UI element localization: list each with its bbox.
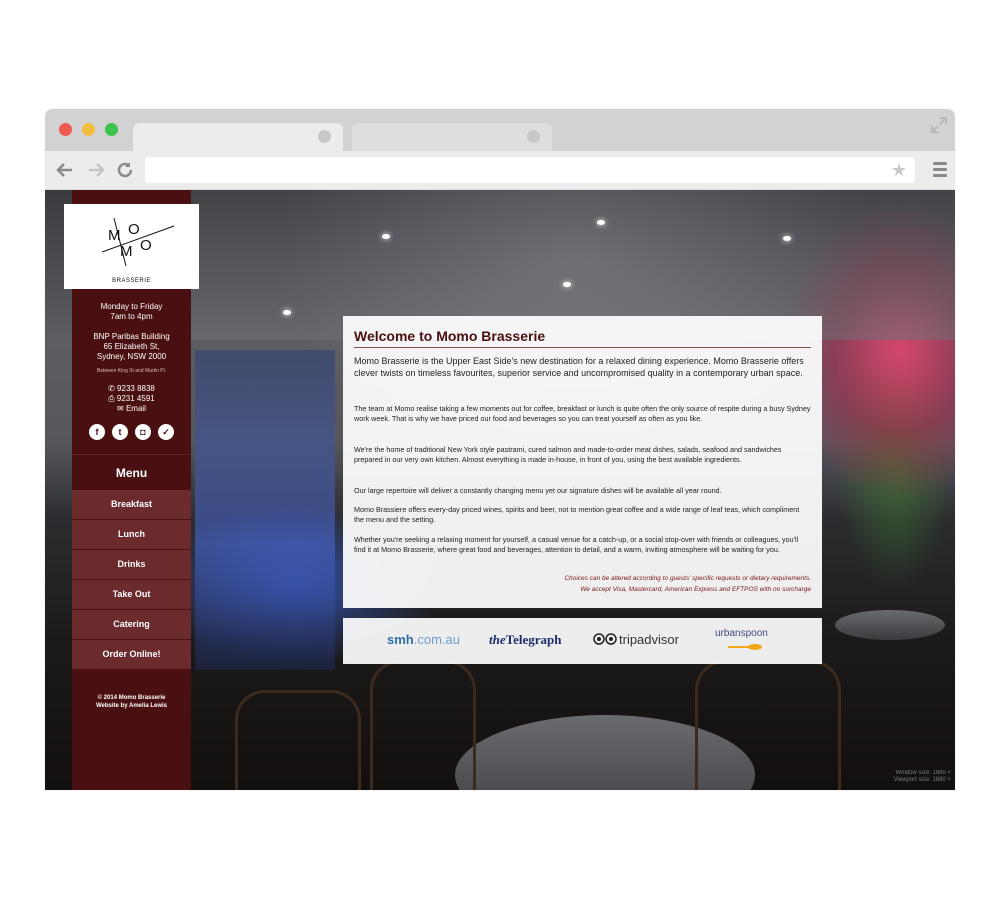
expand-icon[interactable] <box>931 117 947 133</box>
address-line: Sydney, NSW 2000 <box>96 352 167 361</box>
background-chair <box>235 690 361 790</box>
printer-icon: ⎙ <box>108 394 115 403</box>
address-line: 65 Elizabeth St, <box>103 342 160 351</box>
twitter-icon[interactable]: t <box>112 424 128 440</box>
spoon-icon <box>728 644 762 650</box>
hours-days: Monday to Friday <box>100 302 163 311</box>
address-note: Between King St and Martin Pl. <box>96 368 167 374</box>
telegraph-logo[interactable]: theTelegraph <box>489 632 561 648</box>
body-paragraph: The team at Momo realise taking a few mo… <box>354 404 811 423</box>
browser-toolbar: ★ <box>45 151 955 189</box>
telegraph-logo-the: the <box>489 632 506 647</box>
welcome-panel: Welcome to Momo Brasserie Momo Brasserie… <box>343 316 822 608</box>
opening-hours: Monday to Friday 7am to 4pm <box>72 302 191 322</box>
ceiling-light <box>783 236 791 241</box>
close-dot[interactable] <box>59 123 72 136</box>
email-label: Email <box>125 404 146 413</box>
browser-tab-active[interactable] <box>133 123 343 151</box>
forward-arrow-icon[interactable] <box>86 160 106 180</box>
tripadvisor-text: tripadvisor <box>619 632 679 647</box>
address-bar[interactable]: ★ <box>145 157 915 183</box>
tab-bar <box>45 109 955 151</box>
minimize-dot[interactable] <box>82 123 95 136</box>
menu-heading: Menu <box>72 454 191 491</box>
tab-close-icon[interactable] <box>318 130 331 143</box>
background-table <box>835 610 945 640</box>
momo-logo-mark: M O M O <box>101 217 175 267</box>
body-paragraph: Momo Brassiere offers every-day priced w… <box>354 505 800 524</box>
window-size-text: Window size: 1680 × <box>895 770 951 776</box>
nav-breakfast[interactable]: Breakfast <box>72 490 191 520</box>
fax-number: 9231 4591 <box>116 394 155 403</box>
phone-row[interactable]: ✆ 9233 8838 <box>72 384 191 394</box>
press-logos: smh.com.au theTelegraph tripadvisor urba… <box>343 618 822 664</box>
sidebar: M O M O BRASSERIE Monday to Friday 7am t… <box>64 190 199 790</box>
email-link[interactable]: ✉ Email <box>72 404 191 414</box>
ceiling-light <box>563 282 571 287</box>
smh-logo-domain: .com.au <box>413 632 460 647</box>
credit-link[interactable]: Website by Amelia Lewis <box>72 702 191 710</box>
footer: © 2014 Momo Brasserie Website by Amelia … <box>72 694 191 710</box>
lead-paragraph: Momo Brasserie is the Upper East Side's … <box>354 356 804 378</box>
reload-icon[interactable] <box>115 160 135 180</box>
instagram-icon[interactable]: ◘ <box>135 424 151 440</box>
facebook-icon[interactable]: f <box>89 424 105 440</box>
star-icon[interactable]: ★ <box>891 160 907 180</box>
hours-times: 7am to 4pm <box>110 312 153 321</box>
address-line: BNP Paribas Building <box>93 332 170 341</box>
body-paragraph: We're the home of traditional New York s… <box>354 445 782 464</box>
fax-row: ⎙ 9231 4591 <box>72 394 191 404</box>
background-chair <box>370 660 476 790</box>
background-chair <box>695 660 841 790</box>
body-paragraph: Whether you're seeking a relaxing moment… <box>354 535 799 554</box>
smh-logo-main: smh <box>387 632 414 647</box>
ceiling-light <box>283 310 291 315</box>
copyright-text: © 2014 Momo Brasserie <box>97 695 166 701</box>
maximize-dot[interactable] <box>105 123 118 136</box>
owl-icon <box>593 633 617 645</box>
body-paragraph: Our large repertoire will deliver a cons… <box>354 486 722 495</box>
tab-close-icon[interactable] <box>527 130 540 143</box>
nav-catering[interactable]: Catering <box>72 610 191 640</box>
foursquare-icon[interactable]: ✓ <box>158 424 174 440</box>
background-blue-wall <box>195 350 335 670</box>
telegraph-logo-name: Telegraph <box>505 632 562 647</box>
phone-number: 9233 8838 <box>117 384 155 393</box>
svg-text:O: O <box>128 221 140 238</box>
nav-drinks[interactable]: Drinks <box>72 550 191 580</box>
address: BNP Paribas Building 65 Elizabeth St, Sy… <box>72 332 191 362</box>
logo-caption: BRASSERIE <box>112 278 151 284</box>
svg-text:O: O <box>140 237 152 254</box>
envelope-icon: ✉ <box>117 404 124 413</box>
svg-text:M: M <box>108 227 121 244</box>
browser-window: ★ M O M O BRASSERIE Monday to Friday 7am… <box>45 109 955 790</box>
ceiling-light <box>597 220 605 225</box>
logo[interactable]: M O M O BRASSERIE <box>64 204 199 289</box>
urbanspoon-logo[interactable]: urbanspoon <box>715 626 768 642</box>
contact-details: ✆ 9233 8838 ⎙ 9231 4591 ✉ Email <box>72 384 191 414</box>
page-viewport: M O M O BRASSERIE Monday to Friday 7am t… <box>45 190 955 790</box>
smh-logo[interactable]: smh.com.au <box>387 632 460 648</box>
ceiling-light <box>382 234 390 239</box>
urbanspoon-text: urbanspoon <box>715 628 768 639</box>
social-links: f t ◘ ✓ <box>89 424 179 442</box>
viewport-size-text: Viewport size: 1680 × <box>893 777 951 783</box>
payment-note: We accept Visa, Mastercard, American Exp… <box>580 586 811 593</box>
hamburger-menu-icon[interactable] <box>933 162 947 178</box>
dietary-note: Choices can be altered according to gues… <box>564 575 811 582</box>
back-arrow-icon[interactable] <box>55 160 75 180</box>
browser-tab[interactable] <box>352 123 552 151</box>
svg-text:M: M <box>120 243 133 260</box>
nav-lunch[interactable]: Lunch <box>72 520 191 550</box>
tripadvisor-logo[interactable]: tripadvisor <box>593 632 679 648</box>
nav-take-out[interactable]: Take Out <box>72 580 191 610</box>
viewport-size-overlay: Window size: 1680 × Viewport size: 1680 … <box>894 770 951 784</box>
page-title: Welcome to Momo Brasserie <box>354 328 811 348</box>
nav-order-online[interactable]: Order Online! <box>72 640 191 670</box>
phone-icon: ✆ <box>108 384 115 393</box>
